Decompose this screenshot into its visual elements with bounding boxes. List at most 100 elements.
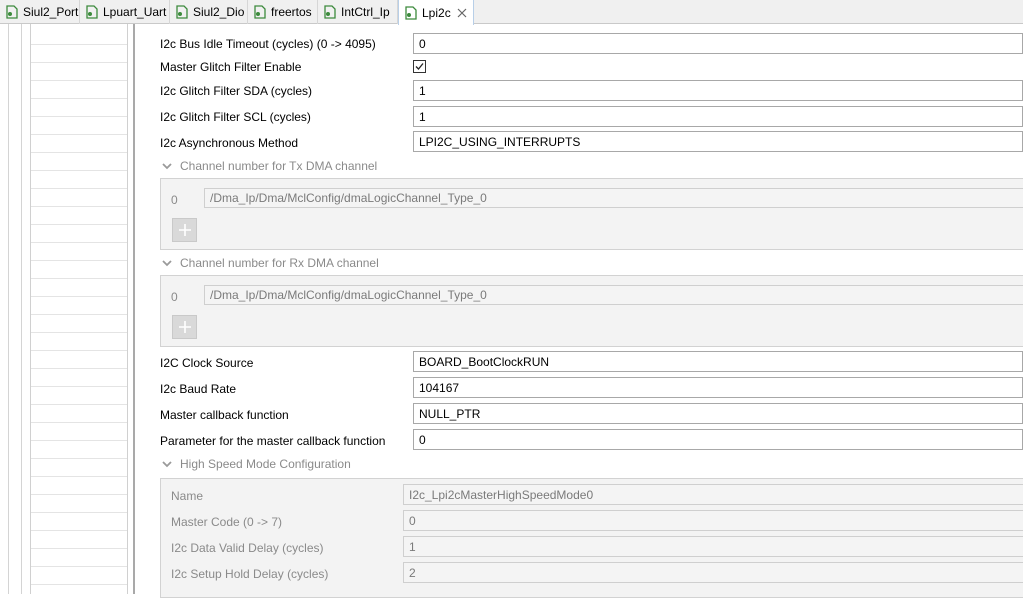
clock-source-select[interactable]: BOARD_BootClockRUN xyxy=(413,351,1023,372)
outline-row xyxy=(31,98,127,99)
tab-freertos[interactable]: freertos xyxy=(248,0,318,24)
outline-row xyxy=(31,134,127,135)
editor-tab-bar: Siul2_Port Lpuart_Uart Siul2_Dio freerto… xyxy=(0,0,1023,25)
rx-dma-section-header[interactable]: Channel number for Rx DMA channel xyxy=(162,256,379,270)
outline-row xyxy=(31,530,127,531)
outline-row xyxy=(31,584,127,585)
master-callback-field[interactable]: NULL_PTR xyxy=(413,403,1023,424)
outline-row xyxy=(31,386,127,387)
tab-label: freertos xyxy=(271,5,312,19)
hs-data-valid-delay-field[interactable]: 1 xyxy=(403,536,1023,557)
high-speed-group: Name I2c_Lpi2cMasterHighSpeedMode0 Maste… xyxy=(160,478,1023,598)
config-file-icon xyxy=(6,5,18,19)
config-file-icon xyxy=(324,5,336,19)
hs-master-code-field[interactable]: 0 xyxy=(403,510,1023,531)
add-tx-dma-button[interactable] xyxy=(172,218,197,242)
tx-dma-index: 0 xyxy=(171,193,178,207)
outline-row xyxy=(31,62,127,63)
rx-dma-group: 0 /Dma_Ip/Dma/MclConfig/dmaLogicChannel_… xyxy=(160,275,1023,347)
hs-setup-hold-delay-field[interactable]: 2 xyxy=(403,562,1023,583)
tab-siul2-dio[interactable]: Siul2_Dio xyxy=(170,0,248,24)
outline-panel xyxy=(30,24,128,594)
plus-icon xyxy=(178,224,191,236)
checkmark-icon xyxy=(415,63,424,70)
outline-row xyxy=(31,422,127,423)
tx-dma-section-header[interactable]: Channel number for Tx DMA channel xyxy=(162,159,377,173)
outline-row xyxy=(31,206,127,207)
editor-margin-line xyxy=(21,24,22,594)
tx-dma-section-title: Channel number for Tx DMA channel xyxy=(180,159,378,173)
outline-row xyxy=(31,44,127,45)
hs-name-label: Name xyxy=(171,489,204,503)
tab-label: Lpuart_Uart xyxy=(103,5,167,19)
async-method-label: I2c Asynchronous Method xyxy=(160,136,299,150)
outline-row xyxy=(31,548,127,549)
outline-row xyxy=(31,188,127,189)
hs-setup-hold-delay-label: I2c Setup Hold Delay (cycles) xyxy=(171,567,329,581)
hs-data-valid-delay-label: I2c Data Valid Delay (cycles) xyxy=(171,541,324,555)
chevron-down-icon xyxy=(162,260,172,267)
baud-rate-field[interactable]: 104167 xyxy=(413,377,1023,398)
outline-row xyxy=(31,440,127,441)
outline-row xyxy=(31,404,127,405)
outline-row xyxy=(31,278,127,279)
hs-master-code-label: Master Code (0 -> 7) xyxy=(171,515,283,529)
outline-row xyxy=(31,170,127,171)
config-file-icon xyxy=(254,5,266,19)
glitch-filter-scl-label: I2c Glitch Filter SCL (cycles) xyxy=(160,110,311,124)
outline-row xyxy=(31,314,127,315)
master-callback-label: Master callback function xyxy=(160,408,289,422)
tab-lpuart-uart[interactable]: Lpuart_Uart xyxy=(80,0,170,24)
panel-splitter[interactable] xyxy=(133,24,135,594)
async-method-select[interactable]: LPI2C_USING_INTERRUPTS xyxy=(413,131,1023,152)
hs-name-field[interactable]: I2c_Lpi2cMasterHighSpeedMode0 xyxy=(403,484,1023,505)
high-speed-section-title: High Speed Mode Configuration xyxy=(180,457,351,471)
tab-siul2-port[interactable]: Siul2_Port xyxy=(0,0,80,24)
outline-row xyxy=(31,350,127,351)
outline-row xyxy=(31,296,127,297)
close-icon[interactable] xyxy=(457,8,467,18)
callback-param-label: Parameter for the master callback functi… xyxy=(160,434,386,448)
tab-label: Siul2_Port xyxy=(23,5,79,19)
callback-param-field[interactable]: 0 xyxy=(413,429,1023,450)
outline-row xyxy=(31,512,127,513)
tx-dma-channel-field[interactable]: /Dma_Ip/Dma/MclConfig/dmaLogicChannel_Ty… xyxy=(204,188,1023,208)
editor-margin-line xyxy=(8,24,9,594)
bus-idle-timeout-label: I2c Bus Idle Timeout (cycles) (0 -> 4095… xyxy=(160,37,376,51)
tab-intctrl-ip[interactable]: IntCtrl_Ip xyxy=(318,0,398,24)
bus-idle-timeout-field[interactable]: 0 xyxy=(413,33,1023,54)
rx-dma-section-title: Channel number for Rx DMA channel xyxy=(180,256,379,270)
config-file-icon xyxy=(86,5,98,19)
tx-dma-group: 0 /Dma_Ip/Dma/MclConfig/dmaLogicChannel_… xyxy=(160,178,1023,250)
high-speed-section-header[interactable]: High Speed Mode Configuration xyxy=(162,457,351,471)
glitch-filter-scl-field[interactable]: 1 xyxy=(413,106,1023,127)
tab-label: Siul2_Dio xyxy=(193,5,245,19)
outline-row xyxy=(31,242,127,243)
outline-row xyxy=(31,224,127,225)
tab-lpi2c[interactable]: Lpi2c xyxy=(398,0,474,25)
outline-row xyxy=(31,116,127,117)
tab-label: IntCtrl_Ip xyxy=(341,5,390,19)
rx-dma-channel-field[interactable]: /Dma_Ip/Dma/MclConfig/dmaLogicChannel_Ty… xyxy=(204,285,1023,305)
glitch-filter-sda-label: I2c Glitch Filter SDA (cycles) xyxy=(160,84,313,98)
outline-row xyxy=(31,80,127,81)
outline-row xyxy=(31,152,127,153)
outline-row xyxy=(31,458,127,459)
glitch-filter-sda-field[interactable]: 1 xyxy=(413,80,1023,101)
config-file-icon xyxy=(405,5,417,20)
outline-row xyxy=(31,476,127,477)
baud-rate-label: I2c Baud Rate xyxy=(160,382,237,396)
config-file-icon xyxy=(176,5,188,19)
chevron-down-icon xyxy=(162,163,172,170)
outline-row xyxy=(31,566,127,567)
add-rx-dma-button[interactable] xyxy=(172,315,197,339)
chevron-down-icon xyxy=(162,461,172,468)
outline-row xyxy=(31,260,127,261)
outline-row xyxy=(31,368,127,369)
plus-icon xyxy=(178,321,191,333)
clock-source-label: I2C Clock Source xyxy=(160,356,254,370)
master-glitch-filter-label: Master Glitch Filter Enable xyxy=(160,60,302,74)
outline-row xyxy=(31,494,127,495)
master-glitch-filter-checkbox[interactable] xyxy=(413,60,426,73)
tab-label: Lpi2c xyxy=(422,5,451,20)
